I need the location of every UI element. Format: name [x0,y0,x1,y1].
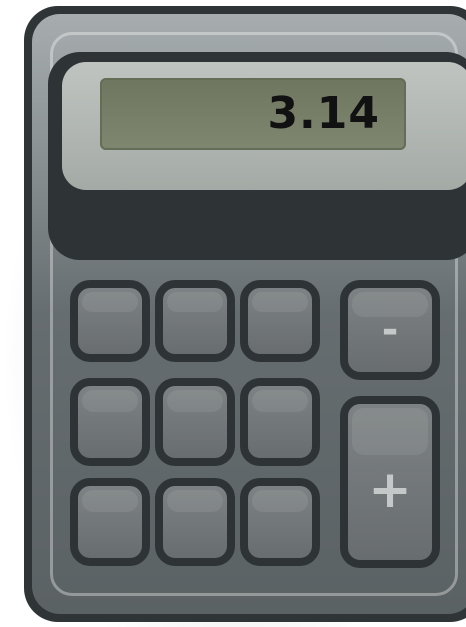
number-key[interactable] [240,378,320,466]
minus-button[interactable]: - [340,280,440,380]
plus-label: + [368,460,412,520]
plus-button[interactable]: + [340,396,440,568]
minus-label: - [381,307,399,353]
number-key[interactable] [70,478,150,566]
number-key[interactable] [70,378,150,466]
display-value: 3.14 [267,88,380,139]
number-key[interactable] [70,280,150,362]
number-key[interactable] [155,378,235,466]
number-key[interactable] [240,280,320,362]
number-key[interactable] [155,478,235,566]
number-key[interactable] [155,280,235,362]
lcd-screen: 3.14 [100,78,406,150]
number-key[interactable] [240,478,320,566]
